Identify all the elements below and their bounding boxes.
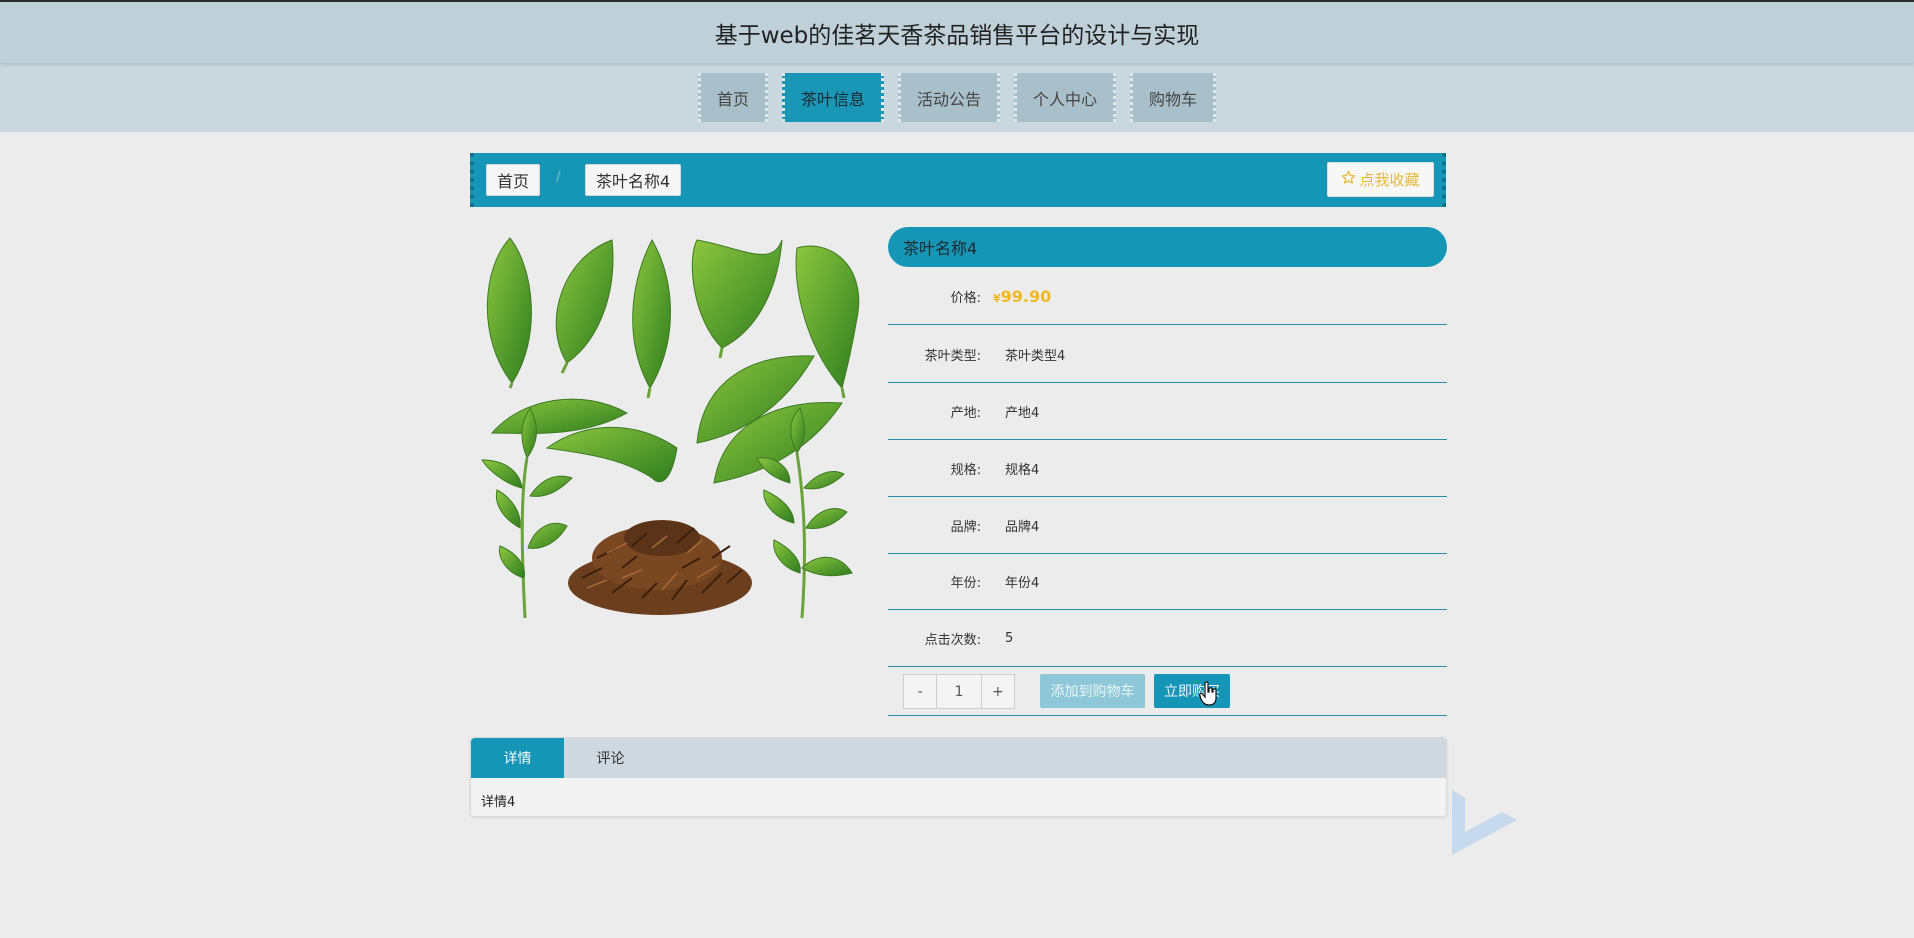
tab-content: 详情4: [481, 795, 516, 810]
detail-value: 品牌4: [1005, 519, 1040, 535]
hand-cursor-icon: [1199, 681, 1219, 707]
nav-home[interactable]: 首页: [697, 73, 768, 122]
detail-row: 规格: 规格4: [888, 440, 1447, 497]
breadcrumb-home[interactable]: 首页: [486, 164, 541, 196]
decorative-chevron-icon: [1447, 770, 1522, 860]
price-label: 价格:: [950, 290, 981, 306]
nav-user-center[interactable]: 个人中心: [1014, 73, 1117, 122]
detail-tabs: 详情 评论 详情4: [470, 737, 1447, 817]
nav-cart[interactable]: 购物车: [1130, 73, 1217, 122]
purchase-actions: - 1 + 添加到购物车 立即购买: [888, 667, 1447, 716]
price-value: ¥99.90: [991, 287, 1051, 306]
detail-label: 产地:: [950, 405, 981, 421]
product-name-header: 茶叶名称4: [888, 227, 1447, 267]
nav-tea-info-label: 茶叶信息: [800, 89, 865, 109]
detail-value: 产地4: [1005, 405, 1040, 421]
nav-tea-info[interactable]: 茶叶信息: [781, 73, 884, 122]
quantity-input[interactable]: 1: [936, 675, 982, 708]
tabs-header: 详情 评论: [471, 738, 1446, 778]
price-amount: 99.90: [1000, 286, 1052, 306]
breadcrumb-current[interactable]: 茶叶名称4: [585, 164, 682, 196]
detail-row: 年份: 年份4: [888, 553, 1447, 610]
currency-symbol: ¥: [993, 291, 1001, 305]
nav-announcements-label: 活动公告: [916, 89, 981, 109]
detail-row: 产地: 产地4: [888, 383, 1447, 440]
tab-details[interactable]: 详情: [471, 738, 564, 778]
breadcrumb: 首页 / 茶叶名称4 点我收藏: [470, 153, 1446, 207]
detail-row: 茶叶类型: 茶叶类型4: [888, 326, 1447, 383]
nav-announcements[interactable]: 活动公告: [897, 73, 1000, 122]
product-image: [472, 228, 868, 628]
favorite-label: 点我收藏: [1359, 171, 1420, 189]
detail-label: 规格:: [950, 462, 981, 478]
quantity-decrement-button[interactable]: -: [904, 675, 936, 708]
site-title-bar: 基于web的佳茗天香茶品销售平台的设计与实现: [0, 0, 1914, 63]
favorite-button[interactable]: 点我收藏: [1327, 162, 1434, 197]
star-outline-icon: [1341, 170, 1356, 189]
product-name: 茶叶名称4: [903, 239, 978, 258]
nav-user-center-label: 个人中心: [1033, 89, 1098, 109]
detail-label: 点击次数:: [924, 632, 981, 648]
detail-value: 茶叶类型4: [1005, 348, 1066, 364]
detail-value: 规格4: [1005, 462, 1040, 478]
site-title: 基于web的佳茗天香茶品销售平台的设计与实现: [714, 22, 1200, 49]
detail-row: 点击次数: 5: [888, 610, 1447, 667]
detail-value: 年份4: [1005, 575, 1040, 591]
detail-label: 品牌:: [950, 519, 981, 535]
detail-value: 5: [1005, 630, 1014, 646]
breadcrumb-separator: /: [556, 169, 561, 185]
price-row: 价格: ¥99.90: [888, 268, 1447, 325]
nav-home-label: 首页: [716, 89, 749, 109]
quantity-stepper: - 1 +: [903, 674, 1015, 709]
detail-label: 年份:: [950, 575, 981, 591]
nav-cart-label: 购物车: [1149, 89, 1198, 109]
add-to-cart-button[interactable]: 添加到购物车: [1040, 674, 1145, 708]
detail-row: 品牌: 品牌4: [888, 497, 1447, 554]
quantity-increment-button[interactable]: +: [982, 675, 1014, 708]
main-nav: 首页 茶叶信息 活动公告 个人中心 购物车: [0, 63, 1914, 132]
detail-label: 茶叶类型:: [924, 348, 981, 364]
tab-comments[interactable]: 评论: [564, 738, 657, 778]
